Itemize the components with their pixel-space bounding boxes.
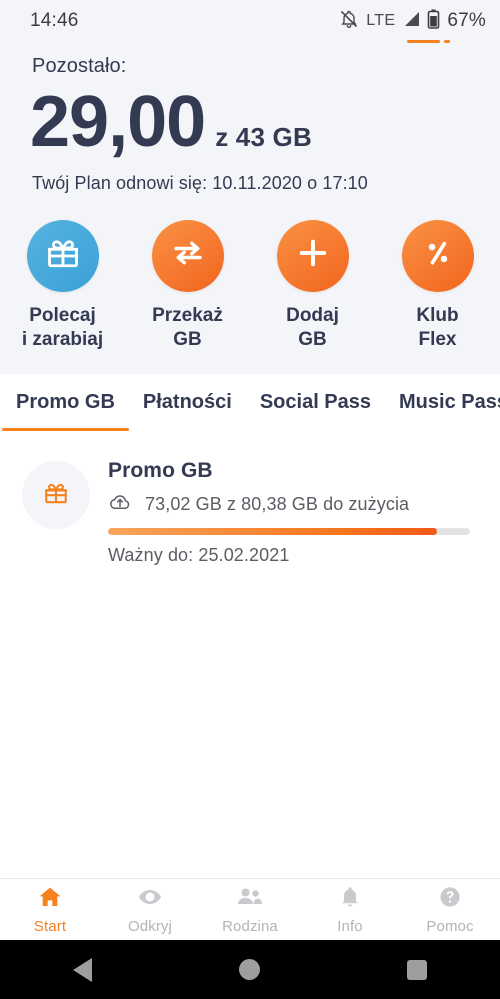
quick-action-dodaj-gb[interactable]: Dodaj GB (250, 219, 375, 353)
quick-action-circle (401, 219, 474, 292)
promo-list-item[interactable]: Promo GB 73,02 GB z 80,38 GB do zużycia … (0, 457, 500, 566)
remaining-amount-row: 29,00 z 43 GB (0, 82, 500, 162)
promo-usage-text: 73,02 GB z 80,38 GB do zużycia (145, 494, 410, 515)
bell-icon (338, 885, 362, 914)
nav-item-start[interactable]: Start (0, 879, 100, 940)
quick-action-circle (26, 219, 99, 292)
gift-icon (43, 480, 69, 511)
quick-action-przekaz-gb[interactable]: Przekaż GB (125, 219, 250, 353)
tab-promo-gb[interactable]: Promo GB (2, 374, 129, 432)
remaining-label: Pozostało: (32, 55, 127, 77)
battery-accent-underline (407, 39, 440, 43)
tab-social-pass[interactable]: Social Pass (260, 374, 371, 431)
people-icon (236, 885, 264, 914)
quick-action-label: Przekaż GB (152, 304, 223, 353)
quick-action-label: Klub Flex (416, 304, 458, 353)
quick-action-label: Polecaj i zarabiaj (22, 304, 103, 353)
promo-progress-fill (108, 528, 438, 536)
status-indicators: LTE 67% (339, 9, 486, 43)
nav-label: Start (33, 917, 67, 935)
tab-label: Social Pass (259, 391, 372, 414)
android-home-button[interactable] (238, 959, 260, 980)
home-circle-icon (238, 959, 260, 980)
quick-action-polecaj-i-zarabiaj[interactable]: Polecaj i zarabiaj (0, 219, 125, 353)
plan-renew-text: Twój Plan odnowi się: 10.11.2020 o 17:10 (32, 172, 368, 193)
status-time: 14:46 (30, 10, 79, 31)
recents-square-icon (406, 959, 427, 980)
cloud-upload-icon (108, 492, 132, 517)
quick-action-label-line1: Dodaj (286, 304, 339, 326)
eye-icon (137, 885, 163, 914)
quick-action-label-line2: GB (173, 328, 202, 350)
promo-icon-wrapper (22, 461, 90, 530)
quick-actions: Polecaj i zarabiaj Przekaż GB Dodaj GB K… (0, 194, 500, 375)
quick-action-label-line1: Klub (416, 304, 459, 326)
plus-icon (295, 235, 331, 276)
quick-action-label-line2: Flex (418, 328, 457, 350)
quick-action-klub-flex[interactable]: Klub Flex (375, 219, 500, 353)
quick-action-label-line2: i zarabiaj (21, 328, 104, 350)
nav-label: Info (337, 917, 363, 935)
tab-bar[interactable]: Promo GB Płatności Social Pass Music Pas… (0, 374, 500, 432)
remaining-amount-value: 29,00 (30, 82, 206, 162)
promo-progress-bar (108, 528, 470, 536)
promo-usage-row: 73,02 GB z 80,38 GB do zużycia (108, 492, 470, 517)
home-icon (37, 885, 63, 914)
quick-action-circle (151, 219, 224, 292)
nav-label: Pomoc (426, 917, 474, 935)
promo-title: Promo GB (108, 459, 213, 483)
status-bar: 14:46 LTE 67% (0, 0, 500, 43)
signal-icon (402, 10, 420, 33)
quick-action-label-line2: GB (298, 328, 327, 350)
tab-music-pass[interactable]: Music Pass (399, 374, 500, 431)
quick-action-label: Dodaj GB (286, 304, 339, 353)
android-recents-button[interactable] (406, 959, 427, 980)
tab-label: Promo GB (16, 391, 115, 414)
nav-label: Odkryj (128, 917, 172, 935)
gift-icon (45, 235, 81, 276)
battery-accent-dash (444, 39, 450, 43)
promo-valid-until: Ważny do: 25.02.2021 (108, 545, 290, 566)
nav-item-info[interactable]: Info (300, 879, 400, 940)
bottom-navigation: Start Odkryj Rodzina Info Pomoc (0, 878, 500, 940)
quick-action-label-line1: Polecaj (29, 304, 96, 326)
battery-percent-label: 67% (447, 10, 486, 31)
remaining-amount-unit: z 43 GB (215, 122, 312, 152)
battery-icon (427, 9, 440, 34)
android-system-nav (0, 940, 500, 999)
bell-muted-icon (339, 9, 359, 34)
tab-platnosci[interactable]: Płatności (143, 374, 232, 431)
transfer-arrows-icon (170, 235, 206, 276)
percent-icon (421, 236, 455, 275)
nav-item-odkryj[interactable]: Odkryj (100, 879, 200, 940)
nav-label: Rodzina (222, 917, 278, 935)
plan-summary-panel: Pozostało: 29,00 z 43 GB Twój Plan odnow… (0, 42, 500, 375)
quick-action-label-line1: Przekaż (152, 304, 223, 326)
promo-details: Promo GB 73,02 GB z 80,38 GB do zużycia … (108, 457, 470, 566)
quick-action-circle (276, 219, 349, 292)
app-root: 14:46 LTE 67% Pozostało: 29,00 z 43 GB T… (0, 0, 500, 999)
question-circle-icon (437, 885, 463, 914)
network-type-label: LTE (366, 12, 396, 29)
android-back-button[interactable] (73, 957, 93, 982)
tab-label: Płatności (142, 391, 232, 414)
back-triangle-icon (73, 957, 93, 982)
nav-item-rodzina[interactable]: Rodzina (200, 879, 300, 940)
tab-content-promo-gb: Promo GB 73,02 GB z 80,38 GB do zużycia … (0, 431, 500, 878)
nav-item-pomoc[interactable]: Pomoc (400, 879, 500, 940)
tab-label: Music Pass (399, 391, 500, 414)
